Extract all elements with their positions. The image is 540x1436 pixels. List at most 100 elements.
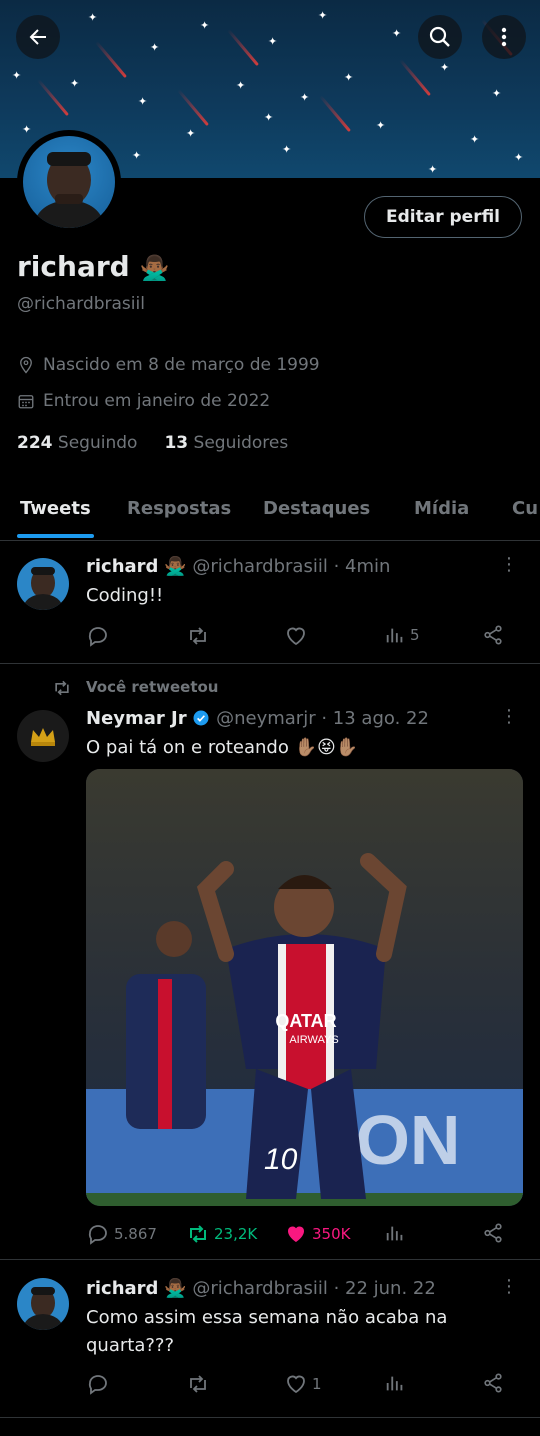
edit-profile-button[interactable]: Editar perfil [364,196,522,238]
join-date-text: Entrou em janeiro de 2022 [43,391,271,411]
tab-tweets[interactable]: Tweets [20,498,91,519]
avatar-photo [22,567,64,610]
retweet-icon [190,627,206,645]
retweet-count: 23,2K [214,1225,258,1243]
profile-name-emoji: 🙅🏾‍♂️ [139,254,170,282]
following-link[interactable]: 224 Seguindo [17,433,137,453]
more-options-button[interactable] [482,15,526,59]
followers-count: 13 [164,433,189,453]
like-button[interactable]: 350K [284,1222,350,1246]
profile-tabs: Tweets Respostas Destaques Mídia Cu [0,480,540,541]
tweet-actions: 1 [86,1372,516,1396]
share-button[interactable] [482,1372,504,1394]
like-count: 1 [312,1375,322,1393]
tweet-avatar[interactable] [17,1278,69,1330]
tweet-author-name[interactable]: richard [86,556,158,577]
calendar-icon [18,395,34,409]
views-chart-icon [386,1376,403,1391]
like-button[interactable] [284,624,308,648]
retweet-icon [190,1225,206,1243]
reply-button[interactable]: 5.867 [86,1222,157,1246]
avatar-photo [22,1287,64,1330]
tweet-more-button[interactable]: ⋮ [500,554,518,575]
following-label: Seguindo [57,433,138,453]
reply-icon [88,1375,107,1395]
birth-date-text: Nascido em 8 de março de 1999 [43,355,320,375]
tweet-more-button[interactable]: ⋮ [500,1276,518,1297]
tweet-actions: 5.867 23,2K 350K [86,1222,516,1246]
followers-link[interactable]: 13 Seguidores [164,433,288,453]
tweet[interactable]: richard 🙅🏾‍♂️ @richardbrasiil · 4min ⋮ C… [0,540,540,664]
svg-text:10: 10 [264,1143,298,1176]
reply-button[interactable] [86,624,110,648]
player-photo: ION QATAR AIRWAYS 10 [86,769,523,1206]
crown-icon [31,728,55,746]
tweet-more-button[interactable]: ⋮ [500,706,518,727]
tab-destaques[interactable]: Destaques [263,498,370,519]
location-pin-icon [20,356,32,374]
reply-icon [88,627,107,647]
heart-filled-icon [288,1226,304,1242]
retweeted-label: Você retweetou [86,678,219,696]
tweet-text: Como assim essa semana não acaba na quar… [86,1307,448,1356]
back-button[interactable] [16,15,60,59]
retweet-button[interactable]: 23,2K [186,1222,257,1246]
tweet-author-name[interactable]: richard [86,1278,158,1299]
tweet-header: Neymar Jr @neymarjr · 13 ago. 22 [86,708,429,729]
retweet-icon [55,680,69,696]
tweet-text: O pai tá on e roteando ✋🏽😝✋🏽 [86,737,359,758]
views-chart-icon [386,1226,403,1241]
tweet-avatar[interactable] [17,558,69,610]
svg-text:AIRWAYS: AIRWAYS [289,1034,338,1046]
views-button[interactable] [384,1222,406,1244]
tab-curtidas[interactable]: Cu [512,498,538,519]
tweet-author-emoji: 🙅🏾‍♂️ [164,556,187,577]
tweet-header: richard 🙅🏾‍♂️ @richardbrasiil · 22 jun. … [86,1278,436,1299]
tab-respostas[interactable]: Respostas [127,498,231,519]
tweet-author-name[interactable]: Neymar Jr [86,708,187,729]
reply-count: 5.867 [114,1225,157,1243]
search-icon [429,26,450,47]
views-button[interactable]: 5 [384,624,420,646]
tweet[interactable]: richard 🙅🏾‍♂️ @richardbrasiil · 22 jun. … [0,1260,540,1418]
following-count: 224 [17,433,53,453]
tweet-text: Coding!! [86,585,164,606]
retweet-icon [190,1375,206,1393]
tweet-author-handle[interactable]: @richardbrasiil [192,1278,327,1299]
search-button[interactable] [418,15,462,59]
retweet-button[interactable] [186,1372,210,1396]
tweet-header: richard 🙅🏾‍♂️ @richardbrasiil · 4min [86,556,390,577]
heart-icon [287,1375,305,1394]
svg-text:QATAR: QATAR [275,1011,336,1031]
tweet-avatar[interactable] [17,710,69,762]
retweet-button[interactable] [186,624,210,648]
more-vertical-icon [501,27,507,47]
views-button[interactable] [384,1372,406,1394]
views-count: 5 [410,626,420,644]
birth-date: Nascido em 8 de março de 1999 [17,355,320,375]
join-date: Entrou em janeiro de 2022 [17,391,270,411]
tweet-actions: 5 [86,624,516,648]
tweet-time: · 13 ago. 22 [321,708,429,729]
tweet-photo[interactable]: ION QATAR AIRWAYS 10 [86,769,523,1206]
tweet-author-handle[interactable]: @richardbrasiil [192,556,327,577]
like-count: 350K [312,1225,351,1243]
share-icon [484,625,502,645]
like-button[interactable]: 1 [284,1372,322,1396]
profile-handle: @richardbrasiil [17,294,145,314]
reply-button[interactable] [86,1372,110,1396]
views-chart-icon [386,628,403,643]
verified-badge-icon [193,710,209,726]
share-icon [484,1223,502,1243]
profile-avatar[interactable] [17,130,121,234]
share-button[interactable] [482,1222,504,1244]
share-icon [484,1373,502,1393]
heart-icon [287,627,305,646]
profile-name: richard 🙅🏾‍♂️ [17,250,169,283]
tweet-author-handle[interactable]: @neymarjr [216,708,316,729]
profile-name-text: richard [17,250,130,283]
tweet-author-emoji: 🙅🏾‍♂️ [164,1278,187,1299]
share-button[interactable] [482,624,504,646]
tab-midia[interactable]: Mídia [414,498,469,519]
reply-icon [88,1225,107,1245]
